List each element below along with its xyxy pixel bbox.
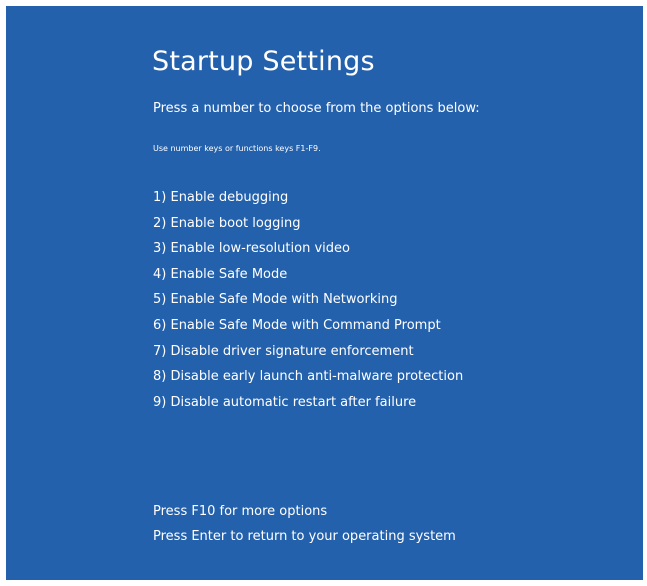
more-options-prompt[interactable]: Press F10 for more options xyxy=(153,502,456,527)
option-enable-boot-logging[interactable]: 2) Enable boot logging xyxy=(153,214,463,240)
startup-options-list: 1) Enable debugging 2) Enable boot loggi… xyxy=(153,188,463,418)
footer: Press F10 for more options Press Enter t… xyxy=(153,502,456,552)
page-title: Startup Settings xyxy=(152,46,375,77)
option-disable-early-launch-antimalware[interactable]: 8) Disable early launch anti-malware pro… xyxy=(153,367,463,393)
option-disable-auto-restart[interactable]: 9) Disable automatic restart after failu… xyxy=(153,393,463,419)
startup-settings-screen: Startup Settings Press a number to choos… xyxy=(6,6,643,580)
option-enable-debugging[interactable]: 1) Enable debugging xyxy=(153,188,463,214)
option-safe-mode-networking[interactable]: 5) Enable Safe Mode with Networking xyxy=(153,290,463,316)
instruction-text: Press a number to choose from the option… xyxy=(153,101,480,116)
option-disable-driver-signature[interactable]: 7) Disable driver signature enforcement xyxy=(153,342,463,368)
option-enable-low-resolution-video[interactable]: 3) Enable low-resolution video xyxy=(153,239,463,265)
option-safe-mode-command-prompt[interactable]: 6) Enable Safe Mode with Command Prompt xyxy=(153,316,463,342)
return-to-os-prompt[interactable]: Press Enter to return to your operating … xyxy=(153,527,456,552)
keys-hint: Use number keys or functions keys F1-F9. xyxy=(153,144,321,153)
option-enable-safe-mode[interactable]: 4) Enable Safe Mode xyxy=(153,265,463,291)
